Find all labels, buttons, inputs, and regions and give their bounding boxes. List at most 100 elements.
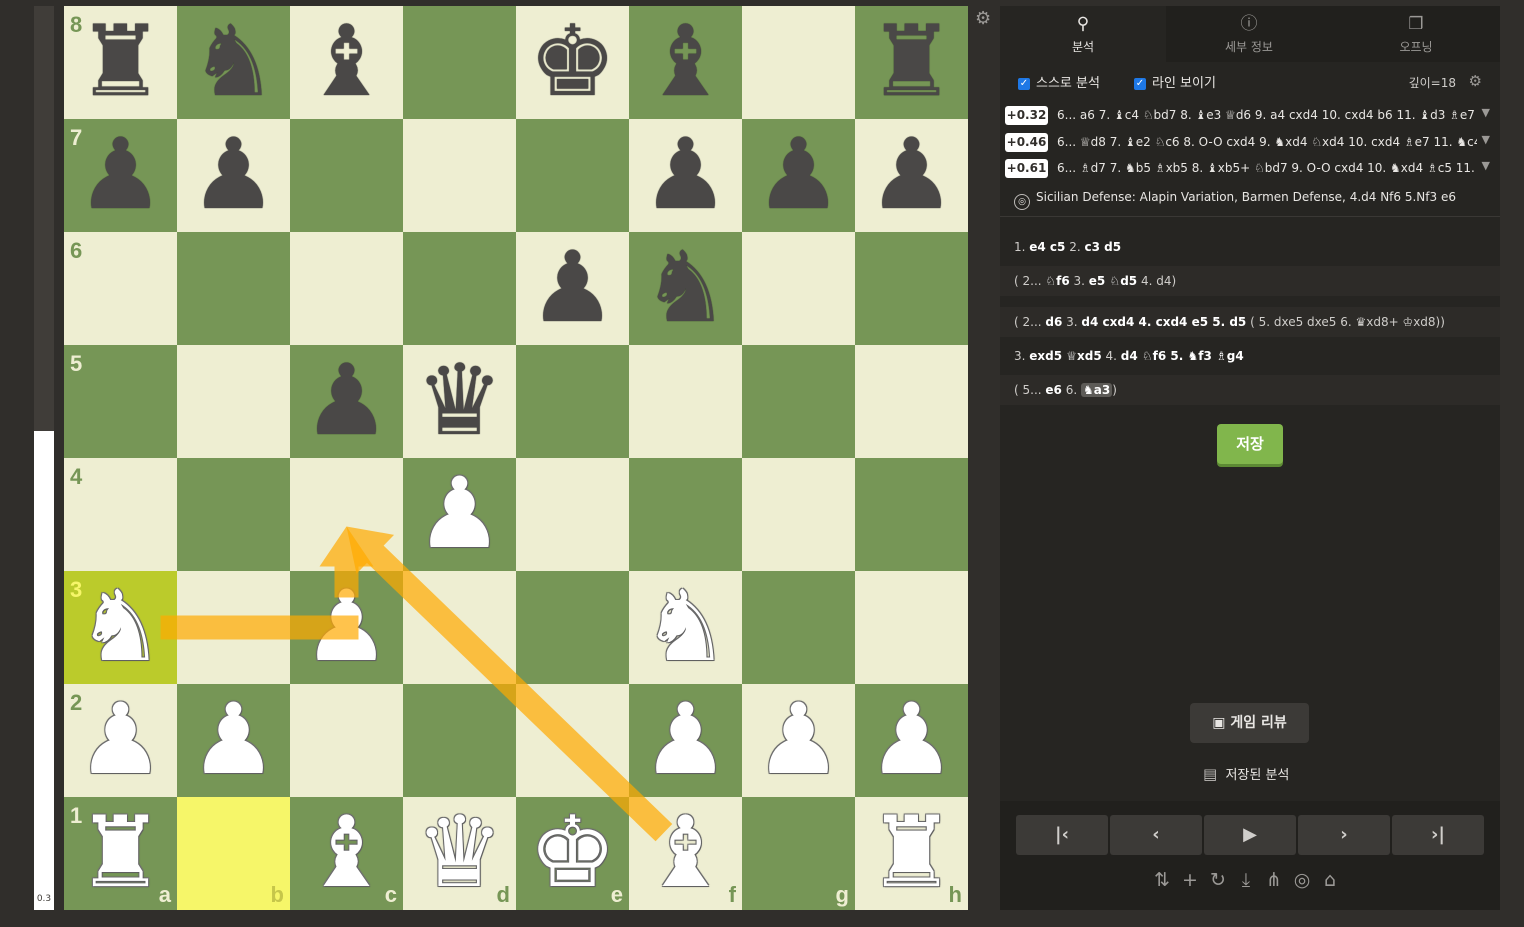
square-b3[interactable] <box>177 571 290 684</box>
square-b7[interactable]: ♟ <box>177 119 290 232</box>
move-text[interactable]: d4 cxd4 4. cxd4 e5 5. d5 <box>1081 315 1246 329</box>
square-h5[interactable] <box>855 345 968 458</box>
square-d7[interactable] <box>403 119 516 232</box>
square-a3[interactable]: 3 ♞ <box>64 571 177 684</box>
add-icon[interactable]: + <box>1178 869 1206 891</box>
library-icon[interactable]: ⌂ <box>1318 869 1346 891</box>
black-pawn-icon[interactable]: ♟ <box>629 119 742 232</box>
move-text[interactable]: e5 ♘d5 <box>1089 274 1137 288</box>
black-pawn-icon[interactable]: ♟ <box>516 232 629 345</box>
square-c2[interactable] <box>290 684 403 797</box>
reset-icon[interactable]: ↻ <box>1206 869 1234 891</box>
white-pawn-icon[interactable]: ♟ <box>290 571 403 684</box>
black-pawn-icon[interactable]: ♟ <box>177 119 290 232</box>
engine-settings-gear-icon[interactable]: ⚙ <box>1469 72 1482 90</box>
square-d5[interactable]: ♛ <box>403 345 516 458</box>
saved-analysis-link[interactable]: ▤ 저장된 분석 <box>1203 764 1289 783</box>
first-move-button[interactable]: |‹ <box>1016 815 1108 855</box>
tab-opening[interactable]: ❒ 오프닝 <box>1332 6 1500 62</box>
move-text[interactable]: d6 <box>1045 315 1062 329</box>
white-queen-icon[interactable]: ♛ <box>403 797 516 910</box>
black-king-icon[interactable]: ♚ <box>516 6 629 119</box>
move-text[interactable]: d4 ♘f6 5. ♞f3 ♗g4 <box>1121 349 1244 363</box>
white-pawn-icon[interactable]: ♟ <box>855 684 968 797</box>
black-knight-icon[interactable]: ♞ <box>177 6 290 119</box>
square-b1[interactable]: b <box>177 797 290 910</box>
square-c4[interactable] <box>290 458 403 571</box>
square-d3[interactable] <box>403 571 516 684</box>
square-e1[interactable]: e ♚ <box>516 797 629 910</box>
square-f5[interactable] <box>629 345 742 458</box>
move-text[interactable]: e4 c5 <box>1029 240 1065 254</box>
square-g1[interactable]: g <box>742 797 855 910</box>
square-e2[interactable] <box>516 684 629 797</box>
square-b4[interactable] <box>177 458 290 571</box>
square-c3[interactable]: ♟ <box>290 571 403 684</box>
square-h6[interactable] <box>855 232 968 345</box>
engine-line-2[interactable]: +0.46 6... ♕d8 7. ♝e2 ♘c6 8. O-O cxd4 9.… <box>1005 131 1494 155</box>
self-analysis-checkbox[interactable]: ✓ 스스로 분석 <box>1018 72 1100 91</box>
square-b8[interactable]: ♞ <box>177 6 290 119</box>
square-d6[interactable] <box>403 232 516 345</box>
square-a8[interactable]: 8 ♜ <box>64 6 177 119</box>
move-text[interactable]: ♘f6 <box>1045 274 1069 288</box>
square-d4[interactable]: ♟ <box>403 458 516 571</box>
square-d8[interactable] <box>403 6 516 119</box>
white-knight-icon[interactable]: ♞ <box>629 571 742 684</box>
engine-line-3[interactable]: +0.61 6... ♗d7 7. ♞b5 ♗xb5 8. ♝xb5+ ♘bd7… <box>1005 157 1494 181</box>
square-g7[interactable]: ♟ <box>742 119 855 232</box>
white-bishop-icon[interactable]: ♝ <box>629 797 742 910</box>
square-c5[interactable]: ♟ <box>290 345 403 458</box>
move-row-variation[interactable]: ( 5... e6 6. ♞a3) <box>1000 375 1500 405</box>
move-text[interactable]: ( 5. dxe5 dxe5 6. ♛xd8+ ♔xd8)) <box>1246 315 1445 329</box>
previous-move-button[interactable]: ‹ <box>1110 815 1202 855</box>
white-king-icon[interactable]: ♚ <box>516 797 629 910</box>
white-pawn-icon[interactable]: ♟ <box>742 684 855 797</box>
board-settings-gear-icon[interactable]: ⚙ <box>975 8 991 29</box>
square-c7[interactable] <box>290 119 403 232</box>
square-c6[interactable] <box>290 232 403 345</box>
move-text[interactable]: c3 d5 <box>1084 240 1121 254</box>
square-a1[interactable]: 1 a ♜ <box>64 797 177 910</box>
white-rook-icon[interactable]: ♜ <box>855 797 968 910</box>
black-bishop-icon[interactable]: ♝ <box>629 6 742 119</box>
target-icon[interactable]: ◎ <box>1290 869 1318 891</box>
square-d1[interactable]: d ♛ <box>403 797 516 910</box>
square-h7[interactable]: ♟ <box>855 119 968 232</box>
move-row-variation[interactable]: ( 2... d6 3. d4 cxd4 4. cxd4 e5 5. d5 ( … <box>1000 307 1500 337</box>
chess-board[interactable]: 8 ♜ ♞ ♝ ♚ ♝ ♜ 7 ♟ ♟ ♟ ♟ ♟ 6 ♟ ♞ 5 ♟ ♛ 4 ♟ 3 ♞ ♟ ♞ 2 ♟ ♟ ♟ ♟ ♟ 1 a ♜ b c ♝ d ♛ e… <box>64 6 968 910</box>
black-queen-icon[interactable]: ♛ <box>403 345 516 458</box>
square-a5[interactable]: 5 <box>64 345 177 458</box>
square-e8[interactable]: ♚ <box>516 6 629 119</box>
play-button[interactable]: ▶ <box>1204 815 1296 855</box>
square-f3[interactable]: ♞ <box>629 571 742 684</box>
move-text[interactable]: exd5 ♕xd5 <box>1029 349 1101 363</box>
white-bishop-icon[interactable]: ♝ <box>290 797 403 910</box>
square-h4[interactable] <box>855 458 968 571</box>
black-pawn-icon[interactable]: ♟ <box>64 119 177 232</box>
square-g5[interactable] <box>742 345 855 458</box>
chevron-down-icon[interactable]: ▼ <box>1482 159 1490 172</box>
square-a2[interactable]: 2 ♟ <box>64 684 177 797</box>
move-text[interactable]: e6 <box>1045 383 1062 397</box>
square-g3[interactable] <box>742 571 855 684</box>
black-rook-icon[interactable]: ♜ <box>64 6 177 119</box>
square-e5[interactable] <box>516 345 629 458</box>
white-knight-icon[interactable]: ♞ <box>64 571 177 684</box>
square-b2[interactable]: ♟ <box>177 684 290 797</box>
chevron-down-icon[interactable]: ▼ <box>1482 106 1490 119</box>
white-pawn-icon[interactable]: ♟ <box>64 684 177 797</box>
share-icon[interactable]: ⋔ <box>1262 869 1290 891</box>
square-d2[interactable] <box>403 684 516 797</box>
move-text[interactable]: 4. d4) <box>1137 274 1176 288</box>
save-button[interactable]: 저장 <box>1217 424 1283 464</box>
square-g6[interactable] <box>742 232 855 345</box>
square-c8[interactable]: ♝ <box>290 6 403 119</box>
white-rook-icon[interactable]: ♜ <box>64 797 177 910</box>
square-h1[interactable]: h ♜ <box>855 797 968 910</box>
square-f8[interactable]: ♝ <box>629 6 742 119</box>
move-row-variation[interactable]: ( 2... ♘f6 3. e5 ♘d5 4. d4) <box>1000 266 1500 296</box>
square-f7[interactable]: ♟ <box>629 119 742 232</box>
tab-analysis[interactable]: ⚲ 분석 <box>1000 6 1166 62</box>
black-bishop-icon[interactable]: ♝ <box>290 6 403 119</box>
